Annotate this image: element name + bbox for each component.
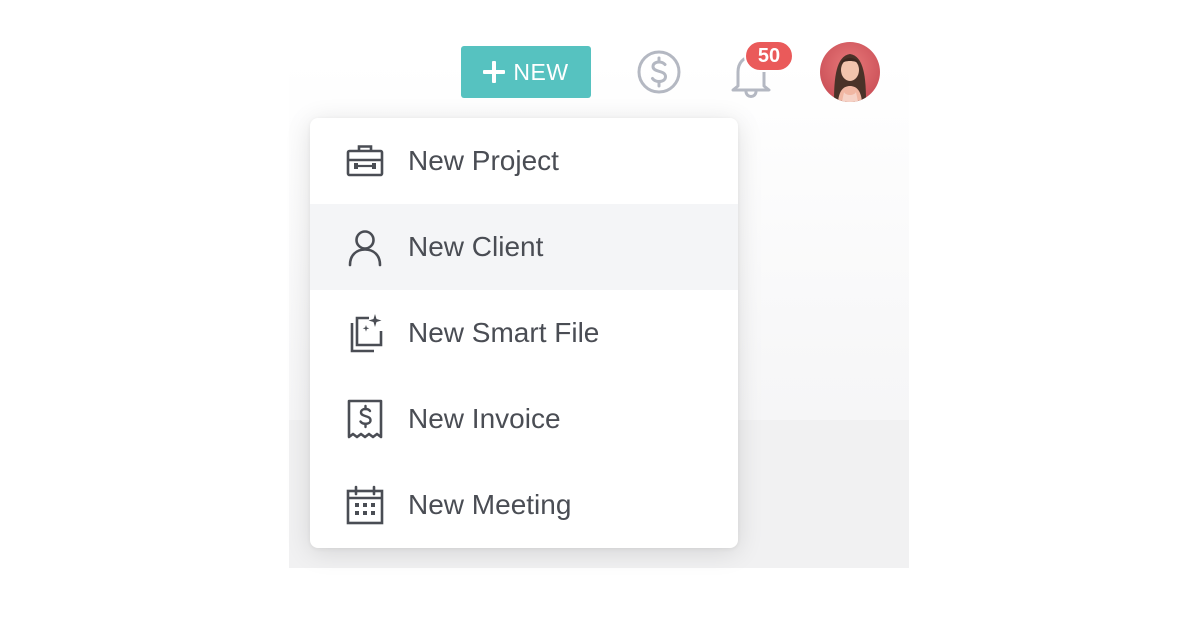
menu-item-label: New Invoice <box>408 403 561 434</box>
new-button-label: NEW <box>513 58 569 85</box>
menu-item-new-project[interactable]: New Project <box>310 118 738 204</box>
avatar[interactable] <box>820 42 880 102</box>
new-button[interactable]: NEW <box>461 46 591 98</box>
top-bar: NEW 50 <box>0 0 1202 110</box>
menu-item-label: New Smart File <box>408 317 600 348</box>
menu-item-new-client[interactable]: New Client <box>310 204 738 290</box>
notification-badge: 50 <box>744 40 794 72</box>
dollar-circle-icon <box>637 50 681 94</box>
invoice-icon <box>344 398 386 440</box>
payments-button[interactable] <box>636 49 682 95</box>
menu-item-label: New Client <box>408 231 544 262</box>
calendar-icon <box>344 484 386 526</box>
menu-item-new-meeting[interactable]: New Meeting <box>310 462 738 548</box>
menu-item-label: New Project <box>408 145 559 176</box>
menu-item-new-smart-file[interactable]: New Smart File <box>310 290 738 376</box>
avatar-image <box>820 42 880 102</box>
briefcase-icon <box>344 140 386 182</box>
menu-item-new-invoice[interactable]: New Invoice <box>310 376 738 462</box>
smart-file-icon <box>344 312 386 354</box>
new-dropdown-menu: New Project New Client New Smart File Ne… <box>310 118 738 548</box>
person-icon <box>344 226 386 268</box>
menu-item-label: New Meeting <box>408 489 572 520</box>
plus-icon <box>483 61 506 83</box>
